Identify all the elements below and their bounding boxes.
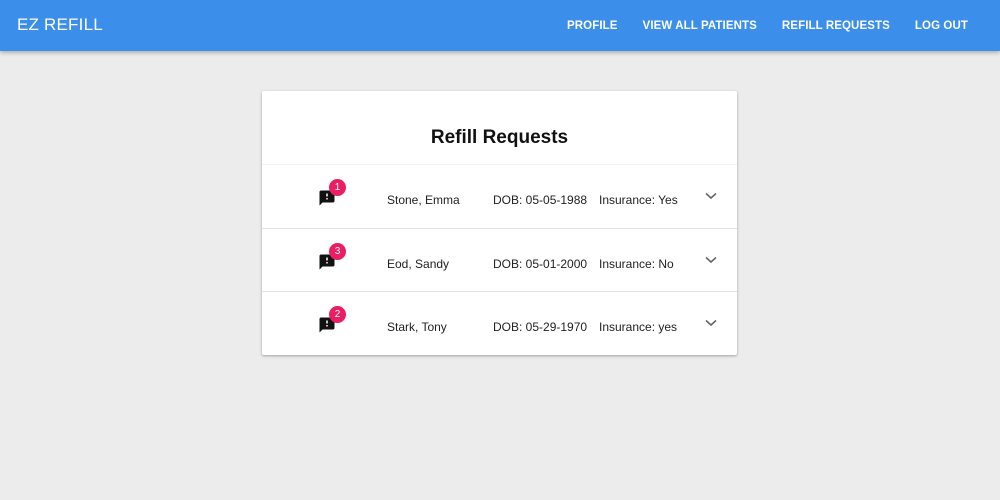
patient-insurance: Insurance: No [599, 256, 674, 271]
patient-name: Stone, Emma [387, 193, 460, 207]
page-title: Refill Requests [430, 127, 569, 148]
patient-name: Eod, Sandy [387, 256, 450, 271]
top-nav: PROFILE VIEW ALL PATIENTS REFILL REQUEST… [542, 0, 968, 51]
patient-insurance: Insurance: yes [599, 320, 678, 334]
patient-dob: DOB: 05-29-1970 [493, 320, 588, 334]
notification-badge: 3 [329, 242, 346, 260]
chevron-down-icon[interactable] [705, 318, 717, 328]
notification-badge: 2 [329, 306, 346, 323]
refill-request-list: 1 Stone, Emma DOB: 05-05-1988 Insurance:… [262, 164, 737, 355]
refill-request-row[interactable]: 2 Stark, Tony DOB: 05-29-1970 Insurance:… [262, 291, 737, 355]
app-bar: EZ REFILL PROFILE VIEW ALL PATIENTS REFI… [0, 0, 1000, 51]
patient-insurance: Insurance: Yes [599, 193, 678, 207]
nav-view-all-patients[interactable]: VIEW ALL PATIENTS [643, 20, 757, 32]
nav-refill-requests[interactable]: REFILL REQUESTS [782, 20, 890, 32]
patient-dob: DOB: 05-05-1988 [493, 193, 588, 207]
refill-request-row[interactable]: 3 Eod, Sandy DOB: 05-01-2000 Insurance: … [262, 227, 737, 292]
patient-dob: DOB: 05-01-2000 [493, 256, 588, 271]
refill-requests-card: Refill Requests 1 Stone, Emma DOB: 05-05… [262, 91, 737, 355]
chevron-down-icon[interactable] [705, 255, 717, 265]
app-title[interactable]: EZ REFILL [17, 15, 103, 35]
nav-profile[interactable]: PROFILE [567, 20, 618, 32]
notification-badge: 1 [329, 179, 346, 196]
chevron-down-icon[interactable] [705, 191, 717, 201]
refill-request-row[interactable]: 1 Stone, Emma DOB: 05-05-1988 Insurance:… [262, 164, 737, 228]
patient-name: Stark, Tony [387, 320, 447, 334]
nav-log-out[interactable]: LOG OUT [915, 20, 968, 32]
